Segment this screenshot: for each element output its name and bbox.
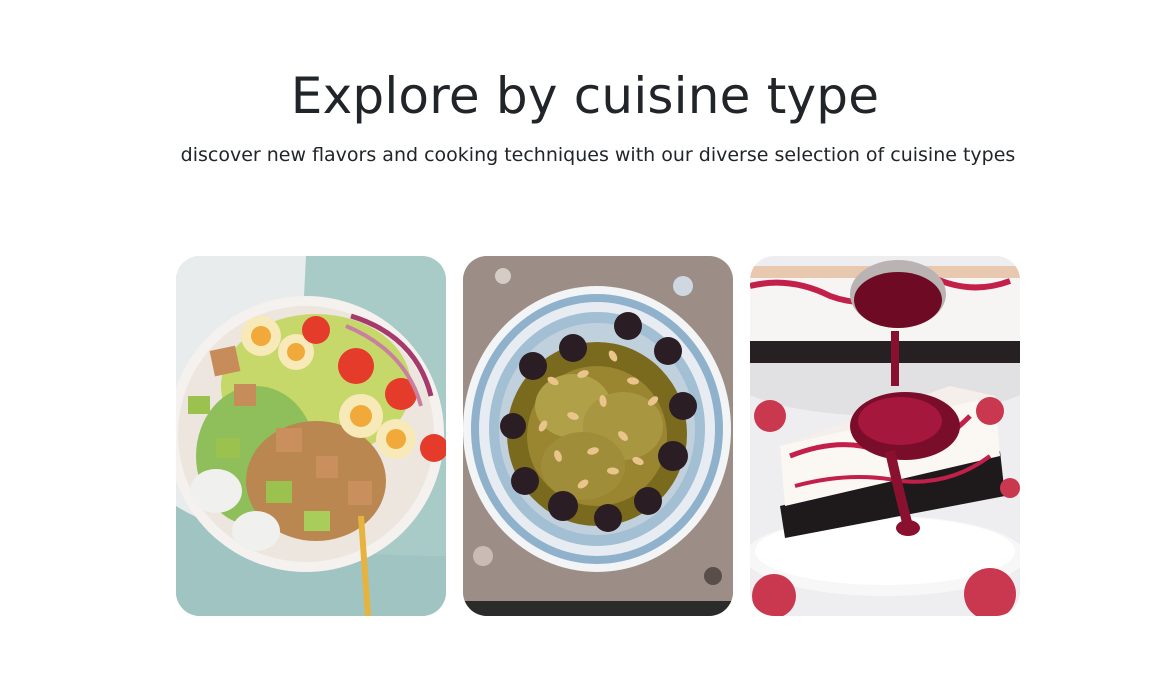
cuisine-card-list <box>176 256 1020 616</box>
cuisine-section: Explore by cuisine type discover new fla… <box>0 0 1170 685</box>
section-subtitle: discover new flavors and cooking techniq… <box>180 144 1016 166</box>
cuisine-card-tagine[interactable] <box>463 256 733 616</box>
cuisine-card-dessert[interactable] <box>750 256 1020 616</box>
salad-image <box>176 256 446 616</box>
cheesecake-image <box>750 256 1020 616</box>
section-title: Explore by cuisine type <box>290 67 880 125</box>
tagine-image <box>463 256 733 616</box>
cuisine-card-salad[interactable] <box>176 256 446 616</box>
